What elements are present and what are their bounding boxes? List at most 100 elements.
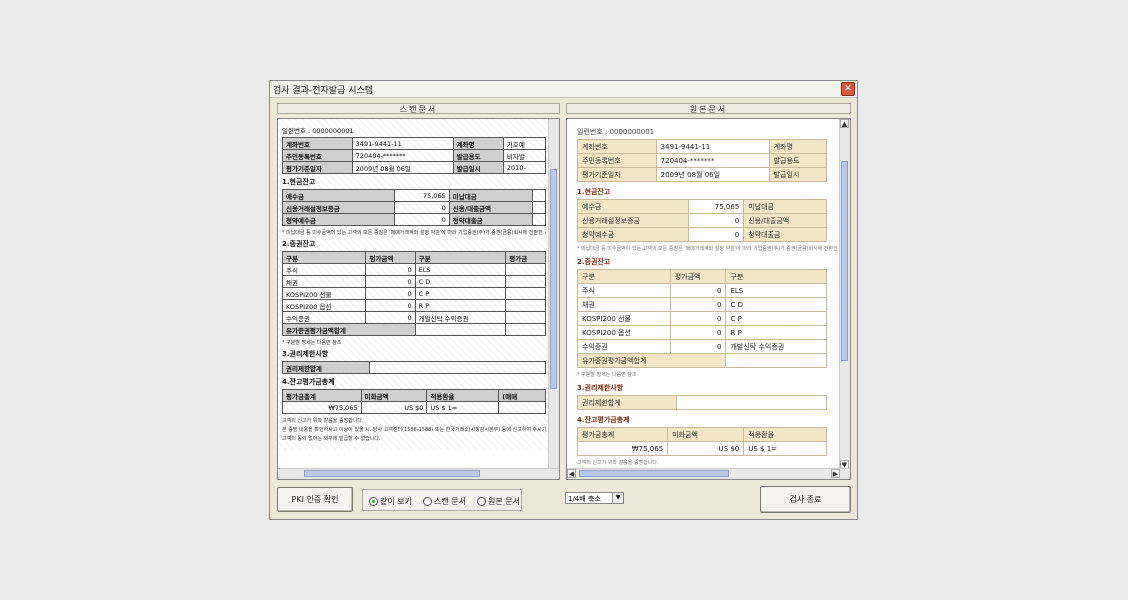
cell: 720404-******* <box>655 153 770 168</box>
table-row: 주민등록번호 720404-******* 발급용도 <box>577 153 828 168</box>
zoom-select[interactable]: 1/4배 축소 ▼ <box>565 492 624 504</box>
close-icon[interactable]: ✕ <box>841 82 855 96</box>
original-vertical-scrollbar[interactable]: ▲ ▼ <box>839 119 850 469</box>
table-row: 예수금 75,065 미납대금 <box>577 199 827 214</box>
cell: US $0 <box>667 441 745 456</box>
original-horizontal-thumb[interactable] <box>579 470 729 477</box>
cell: 미납대금 <box>743 199 827 214</box>
cell: C D <box>725 297 827 312</box>
table-row: KOSPI200 선물 0 C P <box>577 311 827 326</box>
scan-info-label: 발급일시 <box>452 161 504 174</box>
cell: 개발신탁 수익증권 <box>414 311 507 324</box>
scroll-right-icon[interactable]: ▶ <box>831 469 840 478</box>
scan-footer-3: 고객의 동의 없이는 외부에 발급할 수 없습니다. <box>282 436 381 442</box>
cell: KOSPI200 선물 <box>281 287 367 300</box>
scan-info-table: 계좌번호 3491-9441-11 계좌명 기호예 주민등록번호 720404-****… <box>282 137 547 174</box>
cell: C P <box>725 311 827 326</box>
cell: 0 <box>669 283 727 298</box>
cell: 채권 <box>281 275 367 288</box>
table-row: KOSPI200 옵션 0 R P <box>281 299 546 312</box>
cell: 0 <box>365 287 416 300</box>
original-horizontal-scrollbar[interactable]: ◀ ▶ <box>567 468 850 479</box>
scan-cash-table: 예수금 75,065 미납대금 신용거래설정보증금 0 신용/대출금액 청약예수금 0 청약… <box>282 189 546 226</box>
scan-section-total: 4.잔고평가금총계 <box>282 378 335 386</box>
scan-info-value: 2010- <box>502 161 547 174</box>
radio-selected-icon <box>369 497 378 506</box>
cell: 신용거래설정보증금 <box>577 213 689 228</box>
cell: 75,065 <box>687 199 745 214</box>
original-total-table: 평가금총계 미화금액 적용환율 ₩75,065 US $0 US $ 1= <box>576 427 827 456</box>
cell: 발급용도 <box>768 153 828 168</box>
cell: 평가금총계 <box>576 427 669 442</box>
original-section-cash: 1.현금잔고 <box>577 188 611 196</box>
table-row: 청약예수금 0 청약대출금 <box>282 213 546 226</box>
scan-note-2: * 구분별 명세는 다음면 참조 <box>282 340 342 346</box>
scroll-left-icon[interactable]: ◀ <box>567 469 576 478</box>
original-pane-header: 원본문서 <box>566 103 851 114</box>
table-row: 예수금 75,065 미납대금 <box>282 189 546 202</box>
cell: 권리제한합계 <box>577 395 677 410</box>
cell: 구분 <box>414 251 507 264</box>
cell: 0 <box>669 325 727 340</box>
table-row: 평가금총계 미화금액 적용환율 (매매 <box>282 389 546 402</box>
view-original-radio[interactable]: 원본 문서 <box>477 496 520 507</box>
cell: 평가금 <box>505 251 546 264</box>
cell: 발급일시 <box>768 167 828 182</box>
cell: R P <box>414 299 507 312</box>
table-row: 주식 0 ELS <box>281 263 546 276</box>
cell: 예수금 <box>282 189 395 202</box>
table-row: 주식 0 ELS <box>577 283 827 298</box>
cell: 개발신탁 수익증권 <box>725 339 827 354</box>
table-row: 주민등록번호 720404-******* 발급용도 비자발 <box>282 149 547 162</box>
scan-info-value: 3491-9441-11 <box>351 137 454 150</box>
chevron-down-icon[interactable]: ▼ <box>612 493 623 503</box>
cell: 평가금총계 <box>282 389 362 402</box>
original-vertical-thumb[interactable] <box>841 161 848 361</box>
cell: 청약예수금 <box>282 213 395 226</box>
table-row: 권리제한합계 <box>577 395 827 410</box>
original-serial: 일련번호 : 0000000001 <box>577 128 655 136</box>
cell: 신용/대출금액 <box>743 213 827 228</box>
scan-info-value: 2009년 08월 06일 <box>351 161 454 174</box>
scan-info-value: 기호예 <box>502 137 547 150</box>
cell <box>369 361 546 374</box>
cell: 적용환율 <box>426 389 500 402</box>
main-window: 검사 결과-전자발급 시스템 ✕ 스캔문서 원본문서 일련번호 : 000000… <box>269 80 858 520</box>
scan-document-pane[interactable]: 일련번호 : 0000000001 계좌번호 3491-9441-11 계좌명 기호예… <box>277 118 560 480</box>
cell <box>414 323 507 336</box>
scan-horizontal-scrollbar[interactable] <box>278 468 559 479</box>
scan-footer-2: 본 증명 내용을 확인하시고 이상이 있을 시, 당사 고객센터(1588-15… <box>282 427 546 433</box>
cell: 0 <box>365 275 416 288</box>
view-scan-radio[interactable]: 스캔 문서 <box>423 496 466 507</box>
cell: 계좌번호 <box>577 139 657 154</box>
cell: (매매 <box>498 389 546 402</box>
cell: 구분 <box>281 251 367 264</box>
original-footer-1: 고객의 신고가 위와 같음을 증명합니다. <box>577 460 659 466</box>
view-both-radio[interactable]: 같이 보기 <box>369 496 412 507</box>
scan-securities-table: 구분 평가금액 구분 평가금 주식 0 ELS 채권 0 C D KOSPI200 선물 0 C … <box>281 251 546 336</box>
cell: 채권 <box>577 297 671 312</box>
cell: 0 <box>687 213 745 228</box>
original-document-pane[interactable]: 일련번호 : 0000000001 계좌번호 3491-9441-11 계좌명 주민… <box>566 118 851 480</box>
scan-vertical-scrollbar[interactable] <box>548 119 559 469</box>
cell: 평가기준일자 <box>577 167 657 182</box>
scan-horizontal-thumb[interactable] <box>304 470 480 477</box>
view-both-label: 같이 보기 <box>380 497 412 506</box>
cell <box>505 263 546 276</box>
scan-vertical-thumb[interactable] <box>550 169 557 389</box>
radio-icon <box>423 497 432 506</box>
table-row: 구분 평가금액 구분 <box>577 269 827 284</box>
cell: KOSPI200 선물 <box>577 311 671 326</box>
cell: 평가금액 <box>669 269 727 284</box>
pki-verify-button[interactable]: PKI 인증 확인 <box>277 487 353 512</box>
scan-note-1: * 미납대금 등 미수금액이 있는 고객의 모든 증권은 '매매거래계좌 설정 … <box>282 230 546 236</box>
scan-info-value: 비자발 <box>502 149 547 162</box>
table-row: 수익증권 0 개발신탁 수익증권 <box>577 339 827 354</box>
cell: 예수금 <box>577 199 689 214</box>
scroll-up-icon[interactable]: ▲ <box>840 119 849 128</box>
end-inspection-button[interactable]: 검사 종료 <box>760 486 851 513</box>
table-row: 계좌번호 3491-9441-11 계좌명 기호예 <box>282 137 547 150</box>
view-mode-group: 같이 보기 스캔 문서 원본 문서 <box>362 489 522 511</box>
scan-info-label: 발급용도 <box>452 149 504 162</box>
cell <box>505 287 546 300</box>
